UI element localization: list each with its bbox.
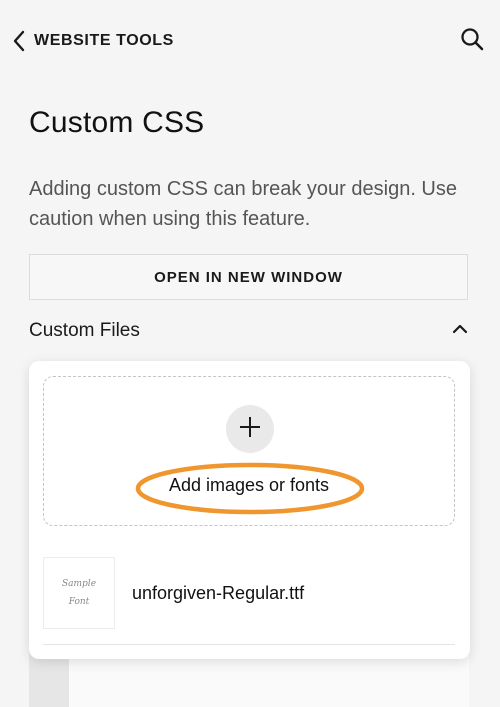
add-button[interactable] [226,405,274,453]
header: WEBSITE TOOLS [12,26,486,56]
back-button[interactable]: WEBSITE TOOLS [12,30,174,52]
plus-icon [238,415,262,444]
add-images-fonts-label: Add images or fonts [168,475,330,495]
section-title: Custom Files [29,320,140,341]
custom-css-panel: WEBSITE TOOLS Custom CSS Adding custom C… [0,0,500,707]
custom-files-toggle[interactable]: Custom Files [29,316,469,346]
open-in-new-window-button[interactable]: OPEN IN NEW WINDOW [29,254,468,300]
file-name: unforgiven-Regular.ttf [132,582,305,603]
font-thumbnail: Sample Font [43,557,115,629]
back-label: WEBSITE TOOLS [34,32,174,49]
chevron-left-icon [12,30,26,52]
search-icon [460,27,484,56]
thumb-text-line2: Font [68,597,90,607]
page-title: Custom CSS [29,106,205,139]
warning-text: Adding custom CSS can break your design.… [29,178,457,230]
upload-dropzone[interactable]: Add images or fonts [43,376,455,526]
file-item[interactable]: Sample Font unforgiven-Regular.ttf [43,556,455,630]
divider [43,644,455,645]
chevron-up-icon [451,322,469,340]
thumb-text-line1: Sample [61,579,97,589]
custom-files-panel: Add images or fonts Sample Font unforgiv… [29,361,470,659]
search-button[interactable] [458,27,486,55]
